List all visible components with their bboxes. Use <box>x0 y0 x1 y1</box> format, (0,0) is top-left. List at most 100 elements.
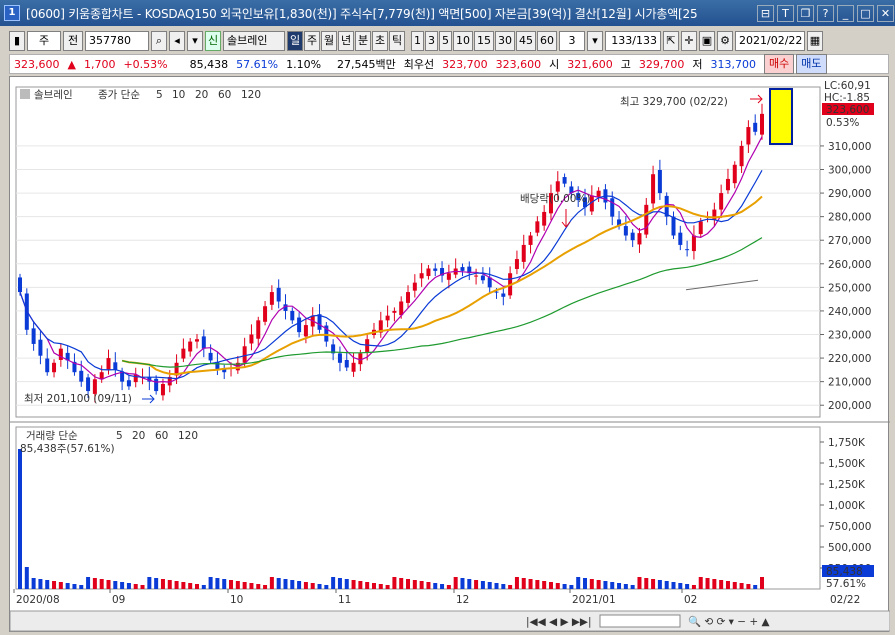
tab-minute-30[interactable]: 30 <box>495 31 515 51</box>
tab-minute-10[interactable]: 10 <box>453 31 473 51</box>
tab-minute-1[interactable]: 1 <box>411 31 424 51</box>
tab-period-0[interactable]: 일 <box>287 31 303 51</box>
tab-period-3[interactable]: 년 <box>338 31 354 51</box>
candle-body <box>596 190 601 197</box>
tab-minute-45[interactable]: 45 <box>516 31 536 51</box>
high-label: 고 <box>620 58 631 71</box>
legend-ma-label: 종가 단순 <box>98 89 140 101</box>
price-tick-label: 250,000 <box>828 282 871 294</box>
minimize-icon[interactable]: _ <box>837 4 854 22</box>
volume-bar <box>31 578 36 589</box>
prev-button[interactable]: 전 <box>63 31 83 51</box>
price-panel <box>15 86 821 418</box>
volume-bar <box>133 584 138 589</box>
volume-bar <box>583 578 588 589</box>
candle-body <box>698 221 703 235</box>
volume-bar <box>596 580 601 589</box>
tab-minute-60[interactable]: 60 <box>537 31 557 51</box>
tab-period-4[interactable]: 분 <box>355 31 371 51</box>
legend-vol-period-5: 5 <box>116 430 123 442</box>
chevron-down-icon[interactable]: ▾ <box>187 31 203 51</box>
tab-minute-15[interactable]: 15 <box>474 31 494 51</box>
candle-body <box>399 301 404 316</box>
candle-body <box>746 127 751 145</box>
candle-body <box>406 292 411 303</box>
candle-body <box>133 374 138 383</box>
candle-body <box>732 164 737 184</box>
volume-bar <box>644 578 649 589</box>
volume-bar <box>18 449 22 589</box>
multiplier-input[interactable]: 3 <box>559 31 585 51</box>
date-input[interactable]: 2021/02/22 <box>735 31 805 51</box>
pin-icon[interactable]: T <box>777 4 794 22</box>
volume-bar <box>385 585 390 589</box>
candle-body <box>92 379 97 394</box>
candle-body <box>154 378 159 392</box>
volume: 85,438 <box>189 57 229 71</box>
volume-bar <box>637 577 642 589</box>
volume-bar <box>99 579 104 589</box>
stock-code-input[interactable]: 357780 <box>85 31 149 51</box>
tab-period-2[interactable]: 월 <box>321 31 337 51</box>
maximize-icon[interactable]: □ <box>857 4 874 22</box>
volume-bar <box>528 579 533 589</box>
volume-bar <box>719 580 724 589</box>
speaker-icon[interactable]: ◂ <box>169 31 185 51</box>
volume-bar <box>651 579 656 589</box>
tab-period-6[interactable]: 틱 <box>389 31 405 51</box>
calendar-icon[interactable]: ▦ <box>807 31 823 51</box>
market-select[interactable]: 주 <box>27 31 61 51</box>
gear-icon[interactable]: ⚙ <box>717 31 733 51</box>
volume-bar <box>290 580 295 589</box>
crosshair-icon[interactable]: ✛ <box>681 31 697 51</box>
volume-bar <box>58 582 63 589</box>
volume-bar <box>378 584 383 589</box>
restore-icon[interactable]: ❐ <box>797 4 814 22</box>
high-annotation: 최고 329,700 (02/22) <box>620 96 728 108</box>
chart-type-icon[interactable]: ▮ <box>9 31 25 51</box>
volume-pct-label: 57.61% <box>826 578 866 590</box>
bar-count: 133/133 <box>605 31 661 51</box>
last-pct-label: 0.53% <box>826 117 859 129</box>
stock-name: 솔브레인 <box>223 31 285 51</box>
low-annotation: 최저 201,100 (09/11) <box>24 393 132 405</box>
candle-body <box>317 314 322 330</box>
chart-area[interactable]: 310,000 300,000 290,000 280,000 270,000 260,0… <box>9 76 890 633</box>
x-tick-label: 2020/08 <box>16 594 60 606</box>
tab-minute-5[interactable]: 5 <box>439 31 452 51</box>
candle-body <box>419 273 424 279</box>
save-icon[interactable]: ▣ <box>699 31 715 51</box>
search-icon[interactable]: ⌕ <box>151 31 167 51</box>
candle-body <box>160 384 165 396</box>
volume-bar <box>249 583 254 589</box>
price-tick-label: 270,000 <box>828 235 871 247</box>
volume-bar <box>664 581 669 589</box>
price-tick-label: 290,000 <box>828 188 871 200</box>
tab-minute-3[interactable]: 3 <box>425 31 438 51</box>
volume-bar <box>399 578 404 589</box>
tab-period-5[interactable]: 초 <box>372 31 388 51</box>
price-tick-label: 240,000 <box>828 306 871 318</box>
volume-bar <box>453 577 458 589</box>
price-chart[interactable]: 310,000 300,000 290,000 280,000 270,000 260,0… <box>10 77 890 633</box>
help-icon[interactable]: ? <box>817 4 834 22</box>
tab-period-1[interactable]: 주 <box>304 31 320 51</box>
volume-bar <box>671 582 676 589</box>
zoom-icon[interactable]: ⇱ <box>663 31 679 51</box>
link-icon[interactable]: ⊟ <box>757 4 774 22</box>
ma-line-20 <box>121 195 763 376</box>
candle-body <box>297 317 302 333</box>
sell-button[interactable]: 매도 <box>796 54 827 74</box>
candle-body <box>31 328 36 344</box>
lc-label: LC:60,91 <box>824 80 871 92</box>
volume-tick-label: 1,750K <box>828 437 866 449</box>
candle-body <box>412 282 417 291</box>
buy-button[interactable]: 매수 <box>764 54 795 74</box>
volume-bar <box>746 584 751 589</box>
close-icon[interactable]: ✕ <box>877 4 894 22</box>
volume-bar <box>467 579 472 589</box>
low-label: 저 <box>692 58 703 71</box>
volume-bar <box>351 580 356 589</box>
chevron-down-icon[interactable]: ▾ <box>587 31 603 51</box>
candle-body <box>303 325 308 337</box>
